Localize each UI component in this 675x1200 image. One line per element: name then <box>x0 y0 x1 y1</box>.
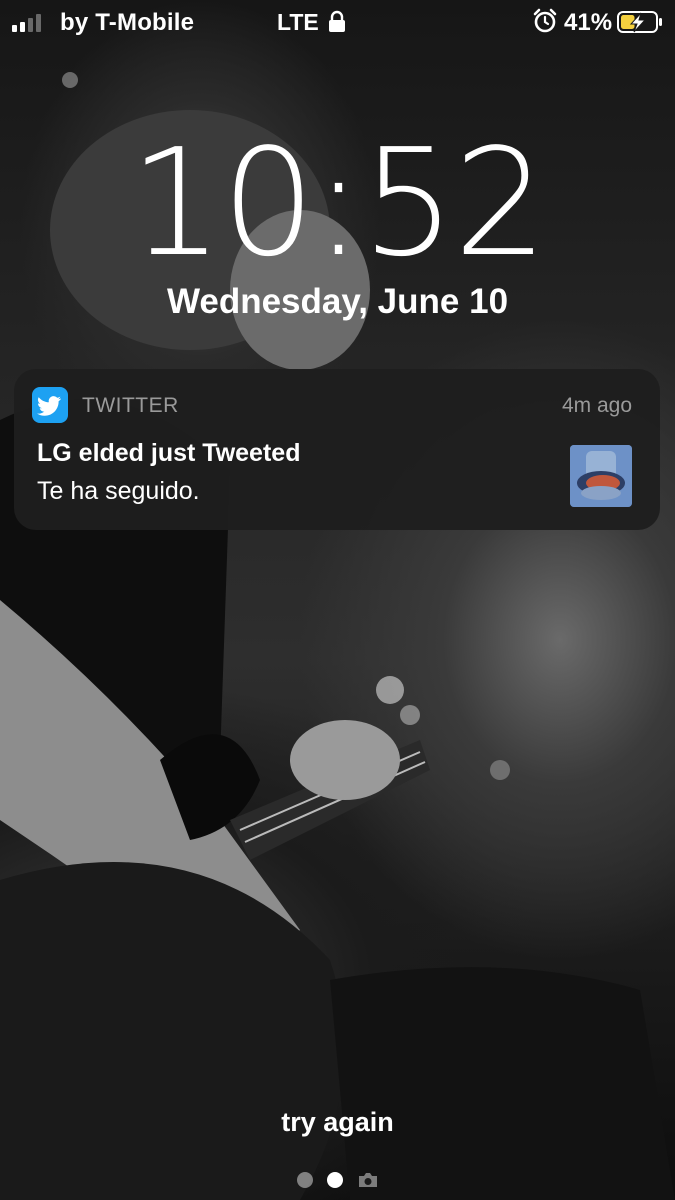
twitter-notification[interactable]: TWITTER 4m ago LG elded just Tweeted Te … <box>14 369 660 530</box>
status-bar: by T-Mobile LTE 41% <box>0 0 675 44</box>
twitter-bird-icon <box>32 387 68 423</box>
alarm-icon <box>533 8 557 33</box>
page-dot-active[interactable] <box>327 1172 343 1188</box>
lock-screen-date: Wednesday, June 10 <box>166 282 509 321</box>
signal-icon <box>12 12 41 32</box>
network-type: LTE <box>277 9 319 35</box>
page-indicator[interactable] <box>297 1172 379 1188</box>
notification-body: Te ha seguido. <box>37 477 200 505</box>
notification-app-name: TWITTER <box>82 394 179 417</box>
lock-screen-clock: 10:52 <box>129 117 548 289</box>
battery-charging-icon <box>617 11 662 33</box>
camera-icon[interactable] <box>357 1172 379 1188</box>
notification-thumbnail <box>570 445 632 507</box>
unlock-hint: try again <box>281 1107 394 1137</box>
lock-icon <box>329 10 345 32</box>
notification-title: LG elded just Tweeted <box>37 439 301 467</box>
carrier-label: by T-Mobile <box>60 9 195 36</box>
page-dot[interactable] <box>297 1172 313 1188</box>
notification-timestamp: 4m ago <box>561 394 632 417</box>
battery-percentage: 41% <box>564 9 613 36</box>
